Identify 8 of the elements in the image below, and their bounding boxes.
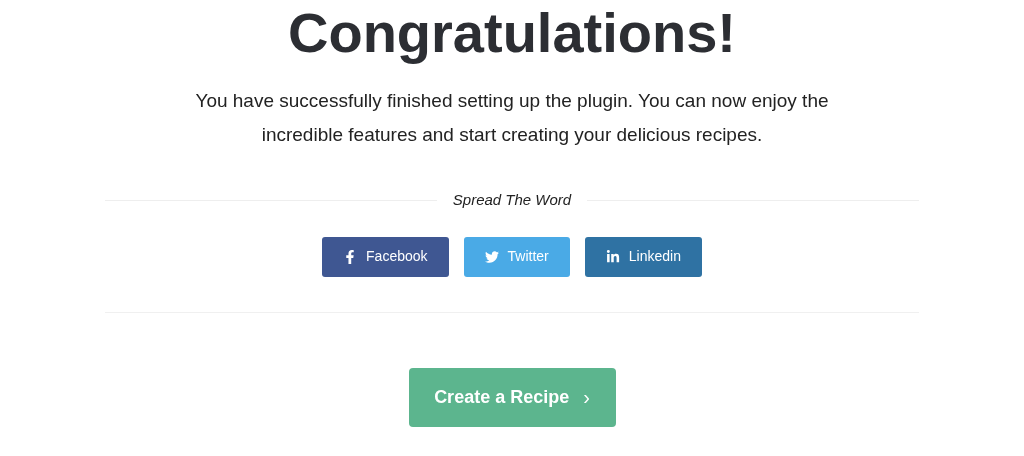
page-title: Congratulations! [288,2,736,64]
share-button[interactable]: Linkedin [584,236,702,277]
bird-icon [484,249,499,264]
share-button[interactable]: Facebook [322,236,449,277]
message-text: You have successfully finished setting up the plugin. You can now enjoy the incredible features and start creating your delicious recipes. [194,89,830,147]
share-heading: Spread The Word [452,190,572,210]
chevron-icon: › [583,382,590,412]
linkedin-icon [605,249,620,264]
